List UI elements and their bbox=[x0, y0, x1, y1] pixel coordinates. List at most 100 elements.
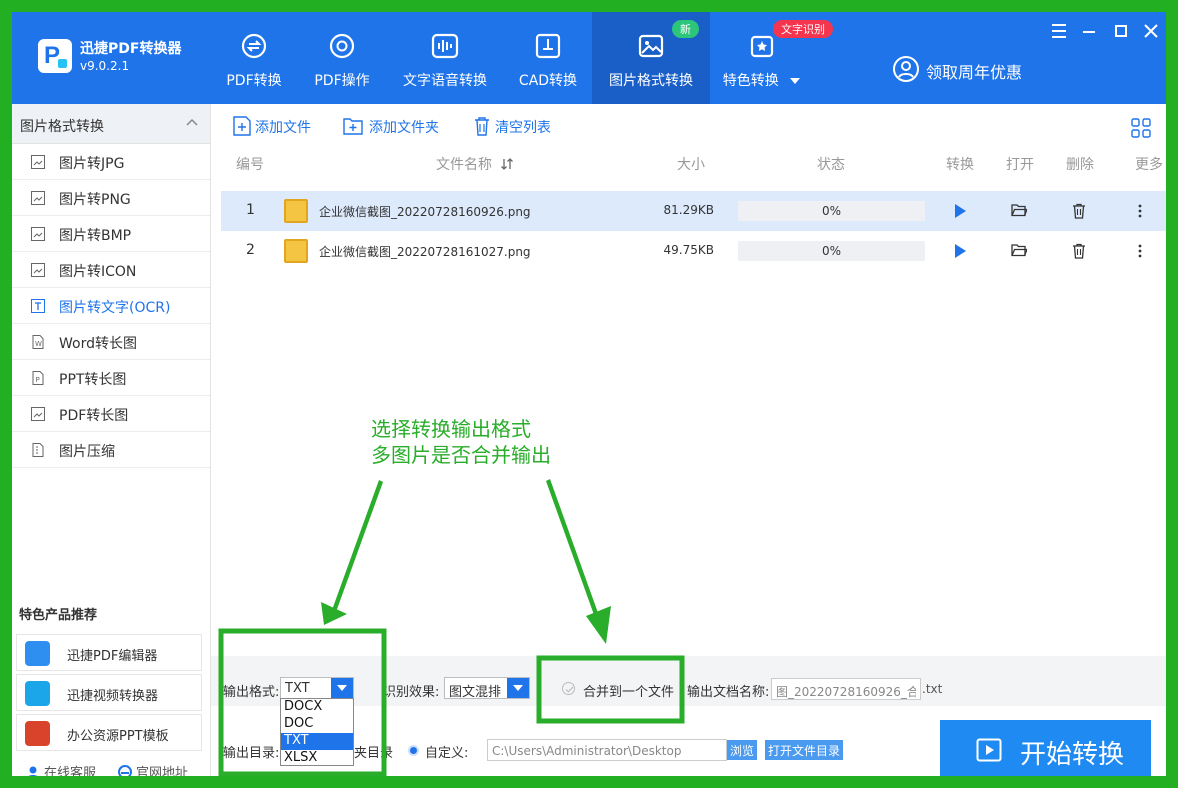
merge-checkbox[interactable] bbox=[562, 682, 575, 695]
play-icon[interactable] bbox=[953, 203, 967, 219]
ppt-file-icon: P bbox=[32, 371, 44, 385]
sidebar-item-ppt-to-long-image[interactable]: P PPT转长图 bbox=[12, 360, 210, 396]
tab-label: 文字语音转换 bbox=[403, 73, 487, 89]
chevron-down-icon bbox=[337, 685, 347, 691]
word-file-icon: W bbox=[32, 335, 44, 349]
format-option-docx[interactable]: DOCX bbox=[281, 699, 353, 716]
row-number: 1 bbox=[246, 202, 255, 218]
browse-button[interactable]: 浏览 bbox=[727, 740, 758, 760]
recommend-label: 办公资源PPT模板 bbox=[67, 729, 169, 744]
output-name-field[interactable]: 图_20220728160926_合并 bbox=[771, 678, 921, 700]
image-file-icon bbox=[31, 407, 45, 421]
sidebar-item-label: 图片转JPG bbox=[59, 156, 125, 172]
title-bar: P 迅捷PDF转换器 v9.0.2.1 PDF转换 PDF操作 文字语音转换 C… bbox=[12, 12, 1166, 104]
col-convert: 转换 bbox=[946, 157, 974, 173]
tab-pdf-convert[interactable]: PDF转换 bbox=[204, 12, 304, 104]
check-icon bbox=[565, 686, 574, 693]
output-format-value: TXT bbox=[285, 681, 310, 696]
tab-pdf-operate[interactable]: PDF操作 bbox=[292, 12, 392, 104]
sidebar-item-image-to-text-ocr[interactable]: 图片转文字(OCR) bbox=[12, 288, 210, 324]
minimize-icon bbox=[1083, 31, 1095, 33]
image-file-icon bbox=[31, 191, 45, 205]
table-row[interactable]: 2 企业微信截图_20220728161027.png 49.75KB 0% bbox=[221, 231, 1166, 271]
col-name[interactable]: 文件名称 bbox=[436, 154, 514, 174]
format-option-doc[interactable]: DOC bbox=[281, 716, 353, 733]
delete-icon[interactable] bbox=[1072, 203, 1086, 219]
recognition-select[interactable]: 图文混排 bbox=[444, 677, 530, 700]
image-icon bbox=[638, 34, 664, 58]
sidebar-header[interactable]: 图片格式转换 bbox=[12, 104, 210, 144]
pdf-operate-icon bbox=[329, 33, 355, 59]
close-icon bbox=[1144, 24, 1158, 38]
headset-icon bbox=[28, 766, 38, 776]
open-dir-button[interactable]: 打开文件目录 bbox=[765, 740, 844, 760]
sidebar-item-image-to-png[interactable]: 图片转PNG bbox=[12, 180, 210, 216]
sidebar-item-image-to-bmp[interactable]: 图片转BMP bbox=[12, 216, 210, 252]
open-folder-icon[interactable] bbox=[1011, 243, 1027, 257]
close-button[interactable] bbox=[1140, 20, 1162, 42]
sidebar-item-label: 图片转PNG bbox=[59, 192, 131, 208]
video-converter-icon bbox=[25, 681, 50, 706]
table-row[interactable]: 1 企业微信截图_20220728160926.png 81.29KB 0% bbox=[221, 191, 1166, 231]
clear-list-label: 清空列表 bbox=[495, 120, 551, 136]
pdf-convert-icon bbox=[241, 33, 267, 59]
add-folder-label: 添加文件夹 bbox=[369, 120, 439, 136]
recommend-item-video-converter[interactable]: 迅捷视频转换器 bbox=[16, 674, 202, 711]
more-icon[interactable] bbox=[1137, 243, 1143, 259]
tab-label: PDF操作 bbox=[314, 73, 370, 89]
app-window: P 迅捷PDF转换器 v9.0.2.1 PDF转换 PDF操作 文字语音转换 C… bbox=[12, 12, 1166, 776]
menu-button[interactable] bbox=[1048, 20, 1070, 42]
sidebar-item-word-to-long-image[interactable]: W Word转长图 bbox=[12, 324, 210, 360]
tab-text-voice[interactable]: 文字语音转换 bbox=[394, 12, 496, 104]
sidebar-item-label: PDF转长图 bbox=[59, 408, 129, 424]
online-service-link[interactable]: 在线客服 bbox=[26, 762, 96, 776]
output-name-label: 输出文档名称: bbox=[687, 685, 770, 700]
maximize-button[interactable] bbox=[1110, 20, 1132, 42]
tab-cad-convert[interactable]: CAD转换 bbox=[498, 12, 598, 104]
open-folder-icon[interactable] bbox=[1011, 203, 1027, 217]
app-logo: P bbox=[38, 39, 72, 73]
sidebar-item-image-to-jpg[interactable]: 图片转JPG bbox=[12, 144, 210, 180]
format-option-xlsx[interactable]: XLSX bbox=[281, 750, 353, 767]
sidebar-item-pdf-to-long-image[interactable]: PDF转长图 bbox=[12, 396, 210, 432]
source-dir-option[interactable]: 夹目录 bbox=[354, 742, 393, 761]
ocr-badge: 文字识别 bbox=[773, 20, 833, 38]
progress-bar: 0% bbox=[738, 201, 925, 221]
tutorial-annotation: 选择转换输出格式 多图片是否合并输出 bbox=[371, 416, 551, 468]
image-thumbnail bbox=[284, 239, 308, 263]
official-website-link[interactable]: 官网地址 bbox=[118, 762, 188, 776]
merge-label: 合并到一个文件 bbox=[583, 685, 675, 700]
file-size: 81.29KB bbox=[663, 203, 714, 217]
format-option-txt[interactable]: TXT bbox=[281, 733, 353, 750]
annotation-line-1: 选择转换输出格式 bbox=[371, 417, 531, 441]
custom-dir-radio[interactable] bbox=[408, 745, 419, 756]
progress-bar: 0% bbox=[738, 241, 925, 261]
col-size: 大小 bbox=[677, 157, 705, 173]
recommend-item-pdf-editor[interactable]: 迅捷PDF编辑器 bbox=[16, 634, 202, 671]
grid-view-icon[interactable] bbox=[1131, 118, 1151, 138]
more-icon[interactable] bbox=[1137, 203, 1143, 219]
app-version: v9.0.2.1 bbox=[80, 59, 130, 73]
image-thumbnail bbox=[284, 199, 308, 223]
sort-icon bbox=[501, 158, 514, 170]
recommend-item-ppt-template[interactable]: 办公资源PPT模板 bbox=[16, 714, 202, 751]
sidebar-item-label: PPT转长图 bbox=[59, 372, 127, 388]
delete-icon[interactable] bbox=[1072, 243, 1086, 259]
recommend-label: 迅捷PDF编辑器 bbox=[67, 649, 158, 664]
custom-dir-label: 自定义: bbox=[425, 746, 469, 761]
recognition-label: 识别效果: bbox=[383, 685, 440, 700]
custom-path-field[interactable]: C:\Users\Administrator\Desktop bbox=[487, 739, 727, 761]
minimize-button[interactable] bbox=[1078, 20, 1100, 42]
browser-icon bbox=[118, 765, 132, 776]
output-format-select[interactable]: TXT bbox=[280, 677, 354, 699]
sidebar-item-label: 图片转BMP bbox=[59, 228, 132, 244]
start-convert-label: 开始转换 bbox=[1020, 740, 1125, 770]
chevron-down-icon bbox=[790, 78, 801, 84]
image-file-icon bbox=[31, 155, 45, 169]
sidebar-item-image-to-icon[interactable]: 图片转ICON bbox=[12, 252, 210, 288]
menu-icon bbox=[1052, 24, 1066, 38]
start-convert-button[interactable]: 开始转换 bbox=[940, 720, 1151, 776]
sidebar-item-image-compress[interactable]: 图片压缩 bbox=[12, 432, 210, 468]
play-icon[interactable] bbox=[953, 243, 967, 259]
pdf-editor-icon bbox=[25, 641, 50, 666]
